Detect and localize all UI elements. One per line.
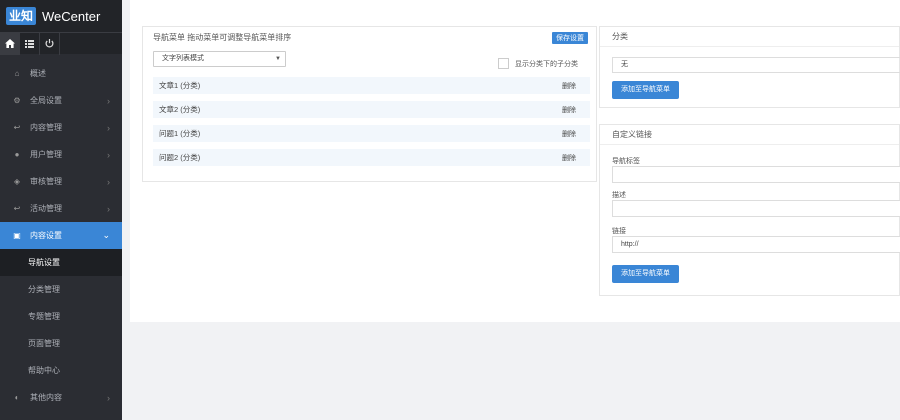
sidebar-subitem-topic-manage[interactable]: 专题管理: [0, 303, 122, 330]
category-select[interactable]: 无: [612, 57, 900, 73]
caret-down-icon: ▼: [275, 56, 281, 62]
show-subcategory-label: 显示分类下的子分类: [515, 60, 578, 68]
sidebar-item-user-manage[interactable]: ● 用户管理 ›: [0, 141, 122, 168]
sidebar-item-other-content[interactable]: ◐ 其他内容 ›: [0, 384, 122, 411]
list-item-label: 问题2 (分类): [159, 153, 201, 162]
delete-link[interactable]: 删除: [562, 153, 576, 163]
quick-bar: [0, 32, 122, 55]
logout-quick-button[interactable]: [40, 32, 60, 55]
gear-icon: ⚙: [13, 96, 21, 105]
sidebar-item-review-manage[interactable]: ◈ 审核管理 ›: [0, 168, 122, 195]
list-item[interactable]: 文章1 (分类) 删除: [153, 77, 590, 94]
list-item[interactable]: 问题2 (分类) 删除: [153, 149, 590, 166]
main-content: 导航菜单 拖动菜单可调整导航菜单排序 保存设置 文字列表模式 ▼ 显示分类下的子…: [130, 0, 900, 322]
nav-label-label: 导航标签: [612, 158, 640, 165]
sidebar-item-content-manage[interactable]: ↩ 内容管理 ›: [0, 114, 122, 141]
sidebar-subitem-category-manage[interactable]: 分类管理: [0, 276, 122, 303]
description-input[interactable]: [612, 200, 900, 217]
delete-link[interactable]: 删除: [562, 129, 576, 139]
chevron-right-icon: ›: [107, 176, 110, 187]
sidebar: 业知 WeCenter ⌂ 概述 ⚙ 全局设置 › ↩ 内容管理 › ● 用户管…: [0, 0, 122, 420]
sidebar-subitem-help-center[interactable]: 帮助中心: [0, 357, 122, 384]
sidebar-item-label: 用户管理: [30, 150, 62, 159]
home-icon: ⌂: [14, 69, 20, 78]
brand[interactable]: 业知 WeCenter: [0, 0, 122, 32]
chevron-right-icon: ›: [107, 392, 110, 403]
home-quick-button[interactable]: [0, 32, 20, 55]
other-icon: ◐: [14, 393, 20, 402]
reply-icon: ↩: [13, 123, 21, 132]
sidebar-item-label: 活动管理: [30, 204, 62, 213]
list-item[interactable]: 问题1 (分类) 删除: [153, 125, 590, 142]
content-icon: ▣: [13, 231, 21, 240]
menu-style-select[interactable]: 文字列表模式 ▼: [153, 51, 286, 67]
link-input[interactable]: http://: [612, 236, 900, 253]
menu-style-select-value: 文字列表模式: [162, 55, 204, 62]
custom-link-panel: 自定义链接 导航标签 描述 链接 http:// 添加至导航菜单: [599, 124, 900, 296]
chevron-down-icon: ⌄: [102, 230, 110, 240]
sidebar-item-label: 全局设置: [30, 96, 62, 105]
reply-icon: ↩: [13, 204, 21, 213]
nav-menu-panel: 导航菜单 拖动菜单可调整导航菜单排序 保存设置 文字列表模式 ▼ 显示分类下的子…: [142, 26, 597, 182]
brand-name: WeCenter: [42, 8, 101, 24]
custom-link-panel-title: 自定义链接: [600, 125, 899, 145]
power-icon: [45, 39, 54, 48]
shield-icon: ◈: [13, 177, 21, 186]
list-item[interactable]: 文章2 (分类) 删除: [153, 101, 590, 118]
chevron-right-icon: ›: [107, 203, 110, 214]
list-item-label: 文章1 (分类): [159, 81, 201, 90]
show-subcategory-checkbox[interactable]: [498, 58, 509, 69]
chevron-right-icon: ›: [107, 95, 110, 106]
sidebar-item-label: 概述: [30, 69, 46, 78]
nav-menu-panel-header: 导航菜单 拖动菜单可调整导航菜单排序 保存设置: [143, 27, 596, 47]
list-quick-button[interactable]: [20, 32, 40, 55]
panel-title: 导航菜单 拖动菜单可调整导航菜单排序: [153, 32, 292, 42]
add-custom-link-button[interactable]: 添加至导航菜单: [612, 265, 679, 283]
sidebar-subitem-nav-settings[interactable]: 导航设置: [0, 249, 122, 276]
link-label: 链接: [612, 228, 626, 235]
list-icon: [25, 39, 34, 48]
user-icon: ●: [14, 150, 20, 159]
category-panel-title: 分类: [600, 27, 899, 47]
chevron-right-icon: ›: [107, 122, 110, 133]
sidebar-item-global-settings[interactable]: ⚙ 全局设置 ›: [0, 87, 122, 114]
brand-logo: 业知: [6, 7, 37, 25]
sidebar-item-label: 内容管理: [30, 123, 62, 132]
description-label: 描述: [612, 192, 626, 199]
sidebar-item-label: 审核管理: [30, 177, 62, 186]
sidebar-item-overview[interactable]: ⌂ 概述: [0, 60, 122, 87]
sidebar-item-label: 内容设置: [30, 231, 62, 240]
delete-link[interactable]: 删除: [562, 81, 576, 91]
sidebar-nav: ⌂ 概述 ⚙ 全局设置 › ↩ 内容管理 › ● 用户管理 › ◈ 审核管理 ›…: [0, 60, 122, 411]
chevron-right-icon: ›: [107, 149, 110, 160]
sidebar-subitem-page-manage[interactable]: 页面管理: [0, 330, 122, 357]
delete-link[interactable]: 删除: [562, 105, 576, 115]
list-item-label: 文章2 (分类): [159, 105, 201, 114]
sidebar-item-activity-manage[interactable]: ↩ 活动管理 ›: [0, 195, 122, 222]
show-subcategory-option: 显示分类下的子分类: [498, 58, 578, 69]
home-icon: [4, 39, 15, 48]
nav-label-input[interactable]: [612, 166, 900, 183]
category-panel: 分类 无 添加至导航菜单: [599, 26, 900, 108]
save-settings-button[interactable]: 保存设置: [552, 32, 588, 44]
sidebar-item-content-settings[interactable]: ▣ 内容设置 ⌄: [0, 222, 122, 249]
nav-menu-list: 文章1 (分类) 删除 文章2 (分类) 删除 问题1 (分类) 删除 问题2 …: [153, 77, 590, 173]
add-category-to-nav-button[interactable]: 添加至导航菜单: [612, 81, 679, 99]
sidebar-item-label: 其他内容: [30, 393, 62, 402]
list-item-label: 问题1 (分类): [159, 129, 201, 138]
